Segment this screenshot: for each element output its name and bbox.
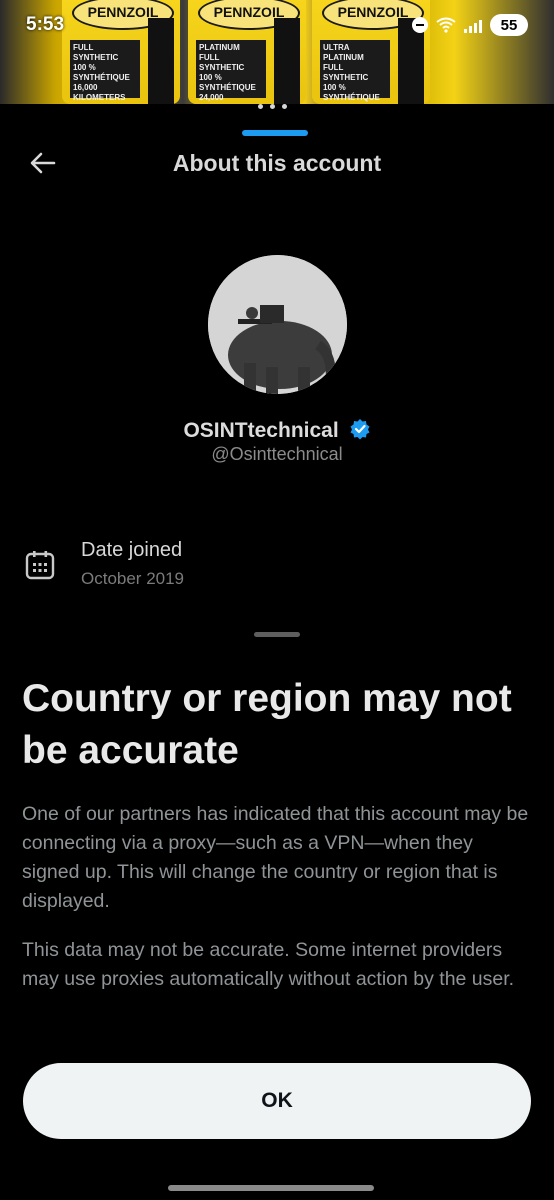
- date-joined-row: Date joined October 2019: [24, 537, 530, 597]
- date-joined-label: Date joined: [81, 539, 183, 561]
- sheet-grabber[interactable]: [242, 130, 308, 136]
- about-account-sheet: About this account OSINTtechnical @Osint…: [0, 104, 554, 1200]
- date-joined-value: October 2019: [81, 569, 185, 588]
- avatar[interactable]: [208, 255, 347, 394]
- verified-badge-icon: [350, 419, 370, 440]
- display-name: OSINTtechnical: [183, 419, 339, 442]
- status-time: 5:53: [26, 14, 65, 35]
- page-dots: [258, 104, 287, 109]
- profile-handle: @Osinttechnical: [211, 444, 343, 464]
- signal-icon: [464, 17, 482, 33]
- notice-drag-handle[interactable]: [254, 632, 300, 637]
- wifi-icon: [436, 17, 456, 33]
- notice-heading: Country or region may not be accurate: [22, 677, 512, 772]
- sheet-title: About this account: [172, 150, 382, 176]
- ok-button[interactable]: OK: [23, 1063, 531, 1139]
- calendar-icon: [25, 551, 55, 580]
- home-indicator[interactable]: [168, 1185, 374, 1191]
- notice-paragraph-1: One of our partners has indicated that t…: [22, 803, 529, 912]
- status-bar: 5:53 55: [0, 0, 554, 54]
- notice-paragraph-2: This data may not be accurate. Some inte…: [22, 939, 515, 990]
- display-name-row: OSINTtechnical: [0, 418, 554, 443]
- status-icons: 55: [412, 14, 528, 36]
- do-not-disturb-icon: [412, 17, 428, 33]
- battery-badge: 55: [490, 14, 528, 36]
